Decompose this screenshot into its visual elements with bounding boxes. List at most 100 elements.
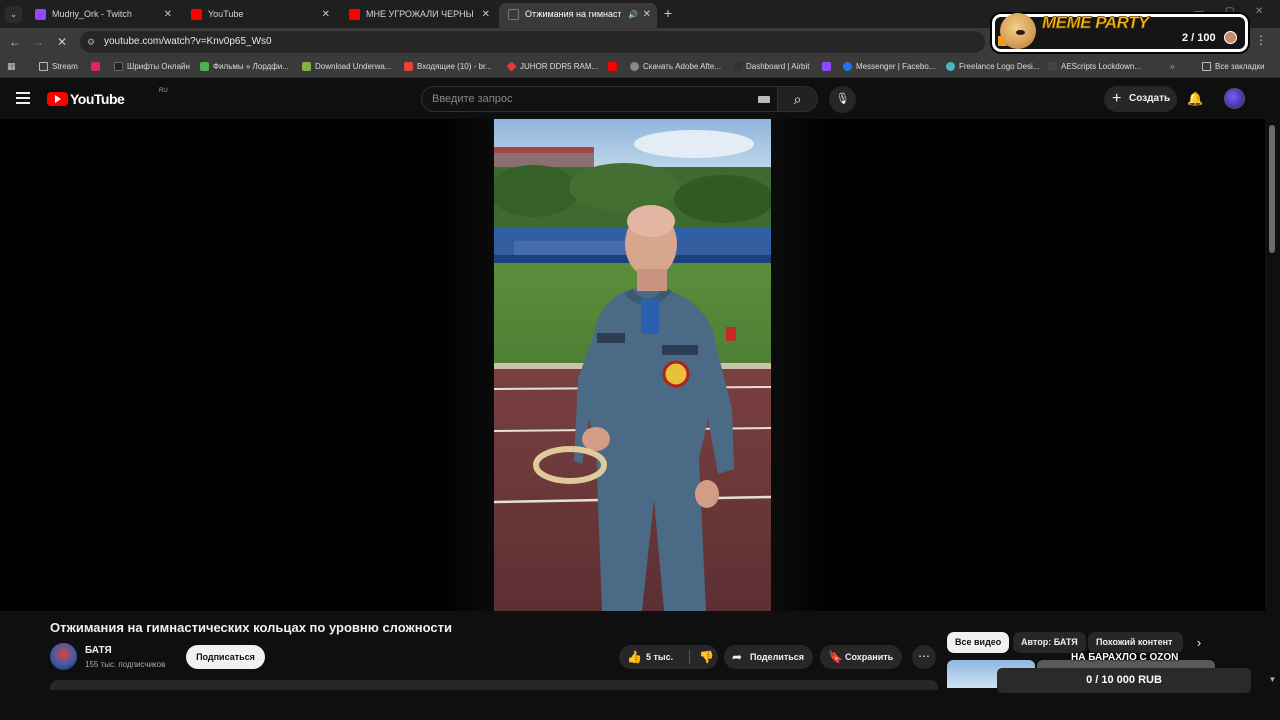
bookmark-label: Входящие (10) - br... [417, 62, 492, 71]
tab-search-button[interactable]: ⌄ [5, 6, 22, 23]
subscribe-button[interactable]: Подписаться [186, 645, 265, 669]
airbit-icon [733, 62, 742, 71]
scroll-down-arrow-icon[interactable]: ▼ [1265, 675, 1280, 687]
site-info-icon[interactable]: ⚙ [87, 35, 99, 49]
bookmark-adobe[interactable]: Скачать Adobe Afte... [630, 56, 721, 78]
back-arrow-icon[interactable]: ← [8, 35, 22, 49]
create-button[interactable]: + Создать [1104, 86, 1177, 112]
like-dislike-group: 👍 5 тыс. 👎 [619, 645, 718, 669]
loading-icon [508, 9, 519, 20]
youtube-icon [608, 62, 617, 71]
window-close-icon[interactable]: ✕ [1255, 6, 1263, 17]
meme-party-title: MEME PARTY [1042, 13, 1150, 33]
meme-counter: 2 / 100 [1182, 32, 1216, 44]
channel-avatar[interactable] [50, 643, 77, 670]
address-bar[interactable]: ⚙ youtube.com/watch?v=Knv0p65_Ws0 [80, 31, 985, 53]
microphone-icon: 🎙 [835, 93, 850, 105]
tab-title: МНЕ УГРОЖАЛИ ЧЕРНЫЕ ПУШ [366, 9, 474, 19]
twitch-icon [822, 62, 831, 71]
search-box [421, 86, 778, 112]
facebook-icon [843, 62, 852, 71]
new-tab-button[interactable]: + [661, 5, 675, 21]
bookmark-label: JUHOR DDR5 RAM... [520, 62, 599, 71]
scrollbar-thumb[interactable] [1269, 125, 1275, 253]
like-count[interactable]: 5 тыс. [646, 645, 673, 669]
description-box[interactable] [50, 680, 938, 690]
bookmark-gmail[interactable]: Входящие (10) - br... [404, 56, 492, 78]
bookmark-download[interactable]: Download Underwa... [302, 56, 391, 78]
url-text[interactable]: youtube.com/watch?v=Knv0p65_Ws0 [104, 31, 272, 53]
bookmark-label: Dashboard | Airbit [746, 62, 810, 71]
channel-name[interactable]: БАТЯ [85, 645, 112, 656]
bookmark-airbit[interactable]: Dashboard | Airbit [733, 56, 809, 78]
chip-all-videos[interactable]: Все видео [947, 632, 1010, 653]
chevron-right-icon[interactable]: › [1190, 634, 1208, 652]
close-icon[interactable]: ✕ [643, 3, 651, 26]
thumbs-up-icon[interactable]: 👍 [627, 645, 642, 669]
bookmark-label: Freelance Logo Desi... [959, 62, 1040, 71]
share-icon: ➦ [732, 650, 743, 664]
hamburger-menu-icon[interactable] [16, 92, 30, 104]
logo-icon [946, 62, 955, 71]
youtube-masthead: YouTube RU ⌕ 🎙 + Создать 🔔 [0, 79, 1280, 119]
donation-goal-progress: 0 / 10 000 RUB [997, 668, 1251, 693]
close-icon[interactable]: ✕ [164, 3, 172, 26]
bookmark-icon: 🔖 [828, 650, 843, 664]
bookmark-films[interactable]: Фильмы » Лордфи... [200, 56, 289, 78]
share-button[interactable]: ➦ Поделиться [724, 645, 813, 669]
video-player[interactable] [0, 119, 1265, 611]
voice-search-button[interactable]: 🎙 [829, 86, 856, 113]
apps-grid-icon[interactable]: ▦ [7, 61, 18, 72]
share-label: Поделиться [750, 652, 805, 662]
bookmark-label: Stream [52, 62, 78, 71]
bookmark-youtube[interactable] [608, 56, 619, 78]
speaker-icon[interactable]: 🔊 [628, 3, 638, 26]
like-divider [689, 650, 690, 664]
video-title: Отжимания на гимнастических кольцах по у… [50, 620, 452, 635]
thumbs-down-icon[interactable]: 👎 [699, 645, 714, 669]
search-button[interactable]: ⌕ [778, 86, 818, 112]
bookmark-fonts[interactable]: Шрифты Онлайн [114, 56, 190, 78]
chip-similar-content[interactable]: Похожий контент [1088, 632, 1183, 653]
close-icon[interactable]: ✕ [322, 3, 330, 26]
bookmark-freelance-logo[interactable]: Freelance Logo Desi... [946, 56, 1040, 78]
video-frame[interactable] [494, 119, 771, 611]
chip-by-author[interactable]: Автор: БАТЯ [1013, 632, 1086, 653]
bookmark-label: AEScripts Lockdown... [1061, 62, 1142, 71]
bookmark-aescripts[interactable]: AEScripts Lockdown... [1048, 56, 1141, 78]
tab-youtube[interactable]: YouTube ✕ [182, 3, 336, 28]
bookmark-red-app[interactable] [91, 56, 102, 78]
bookmark-juhor[interactable]: JUHOR DDR5 RAM... [506, 56, 599, 78]
tab-current-video[interactable]: Отжимания на гимнастич 🔊 ✕ [499, 3, 657, 28]
forward-arrow-icon[interactable]: → [31, 35, 45, 49]
bookmark-messenger[interactable]: Messenger | Facebo... [843, 56, 935, 78]
subscriber-count: 155 тыс. подписчиков [85, 660, 166, 669]
font-icon [114, 62, 123, 71]
youtube-icon [191, 9, 202, 20]
search-icon: ⌕ [793, 91, 802, 107]
logo-wordmark: YouTube [70, 91, 125, 107]
keyboard-icon[interactable] [758, 96, 770, 103]
page-scrollbar[interactable] [1265, 119, 1280, 720]
tab-twitch[interactable]: Mudriy_Ork - Twitch ✕ [26, 3, 178, 28]
stop-loading-icon[interactable]: ✕ [55, 35, 69, 49]
bookmark-stream[interactable]: Stream [39, 56, 78, 78]
search-input[interactable] [432, 87, 732, 111]
close-icon[interactable]: ✕ [482, 3, 490, 26]
more-actions-icon[interactable]: ⋯ [912, 645, 936, 669]
bookmarks-bar: ▦ Stream Шрифты Онлайн Фильмы » Лордфи..… [0, 56, 1280, 78]
plus-icon: + [1112, 90, 1122, 107]
bookmark-twitch[interactable] [822, 56, 833, 78]
notifications-bell-icon[interactable]: 🔔 [1187, 90, 1203, 108]
browser-menu-icon[interactable]: ⋮ [1255, 33, 1267, 47]
bookmark-all[interactable]: Все закладки [1202, 56, 1264, 78]
tab-title: YouTube [208, 9, 244, 19]
app-icon [91, 62, 100, 71]
save-button[interactable]: 🔖 Сохранить [820, 645, 902, 669]
youtube-play-icon [47, 92, 68, 106]
save-label: Сохранить [845, 652, 894, 662]
aliexpress-icon [506, 61, 517, 72]
tab-video-threats[interactable]: МНЕ УГРОЖАЛИ ЧЕРНЫЕ ПУШ ✕ [340, 3, 496, 28]
more-bookmarks-chevron-icon[interactable]: » [1170, 56, 1174, 78]
account-avatar[interactable] [1224, 88, 1245, 109]
